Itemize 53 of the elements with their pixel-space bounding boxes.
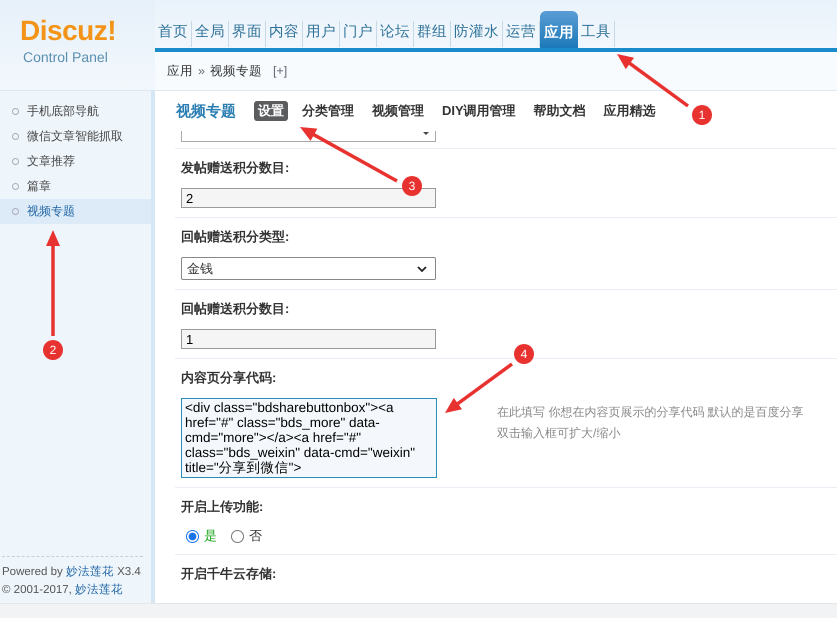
nav-tab[interactable]: 群组 <box>414 21 451 47</box>
page-tab[interactable]: 设置 <box>254 101 288 121</box>
logo-subtitle: Control Panel <box>23 48 108 66</box>
breadcrumb-item[interactable]: 应用 <box>167 62 193 80</box>
powered-by-text: Powered by 妙法莲花 X3.4 <box>2 564 142 580</box>
sidebar-item[interactable]: 微信文章智能抓取 <box>0 124 151 149</box>
powered-by-link[interactable]: 妙法莲花 <box>66 566 114 578</box>
nav-tab[interactable]: 用户 <box>303 21 340 47</box>
hint-text: 在此填写 你想在内容页展示的分享代码 默认的是百度分享 <box>497 404 804 421</box>
radio-label: 是 <box>204 527 217 545</box>
step-number-badge: 4 <box>514 344 534 364</box>
add-shortcut-link[interactable]: [+] <box>272 64 288 78</box>
nav-tab[interactable]: 论坛 <box>377 21 414 47</box>
select-field[interactable] <box>181 131 436 142</box>
chevron-down-icon <box>417 266 427 272</box>
nav-tab[interactable]: 内容 <box>266 21 303 47</box>
hint-text: 双击输入框可扩大/缩小 <box>497 425 622 442</box>
nav-tab[interactable]: 全局 <box>192 21 229 47</box>
nav-tab[interactable]: 应用 <box>540 11 578 48</box>
page-tab[interactable]: 帮助文档 <box>530 101 590 121</box>
setting-label: 开启千牛云存储: <box>181 565 278 583</box>
nav-tab[interactable]: 界面 <box>229 21 266 47</box>
sidebar-item[interactable]: 文章推荐 <box>0 149 151 174</box>
page-tab[interactable]: 应用精选 <box>600 101 660 121</box>
page-tab[interactable]: 视频管理 <box>368 101 428 121</box>
nav-tab[interactable]: 门户 <box>340 21 377 47</box>
breadcrumb-separator: » <box>198 64 205 78</box>
step-number-badge: 3 <box>402 176 422 196</box>
breadcrumb-item[interactable]: 视频专题 <box>210 62 262 80</box>
setting-label: 回帖赠送积分类型: <box>181 228 290 246</box>
setting-label: 内容页分享代码: <box>181 369 278 387</box>
copyright-text: © 2001-2017, 妙法莲花 <box>2 582 124 598</box>
setting-label: 发帖赠送积分数目: <box>181 159 290 177</box>
logo-title: Discuz! <box>20 14 116 48</box>
setting-label: 回帖赠送积分数目: <box>181 300 290 318</box>
step-number-badge: 1 <box>692 105 712 125</box>
page-title: 视频专题 <box>176 102 236 120</box>
radio-button[interactable] <box>186 530 199 542</box>
setting-label: 开启上传功能: <box>181 498 264 516</box>
input-field[interactable]: 1 <box>181 329 436 349</box>
textarea-field[interactable]: <div class="bdsharebuttonbox"><a href="#" class="bds_more" data-cmd="more"></a><a href="#" class="bds_weixin" data-cmd="weixin" title="分享到微信"> <box>181 398 437 478</box>
copyright-link[interactable]: 妙法莲花 <box>75 584 124 596</box>
nav-tab[interactable]: 工具 <box>578 21 615 47</box>
select-field[interactable]: 金钱 <box>181 257 436 280</box>
page-tab[interactable]: DIY调用管理 <box>438 101 520 121</box>
nav-tab[interactable]: 首页 <box>155 21 192 47</box>
sidebar-item[interactable]: 篇章 <box>0 174 151 199</box>
radio-button[interactable] <box>231 530 244 542</box>
page-tab[interactable]: 分类管理 <box>298 101 358 121</box>
radio-label: 否 <box>249 527 262 545</box>
nav-tab[interactable]: 防灌水 <box>451 21 503 47</box>
sidebar-item[interactable]: 视频专题 <box>0 199 151 224</box>
sidebar-item[interactable]: 手机底部导航 <box>0 99 151 124</box>
